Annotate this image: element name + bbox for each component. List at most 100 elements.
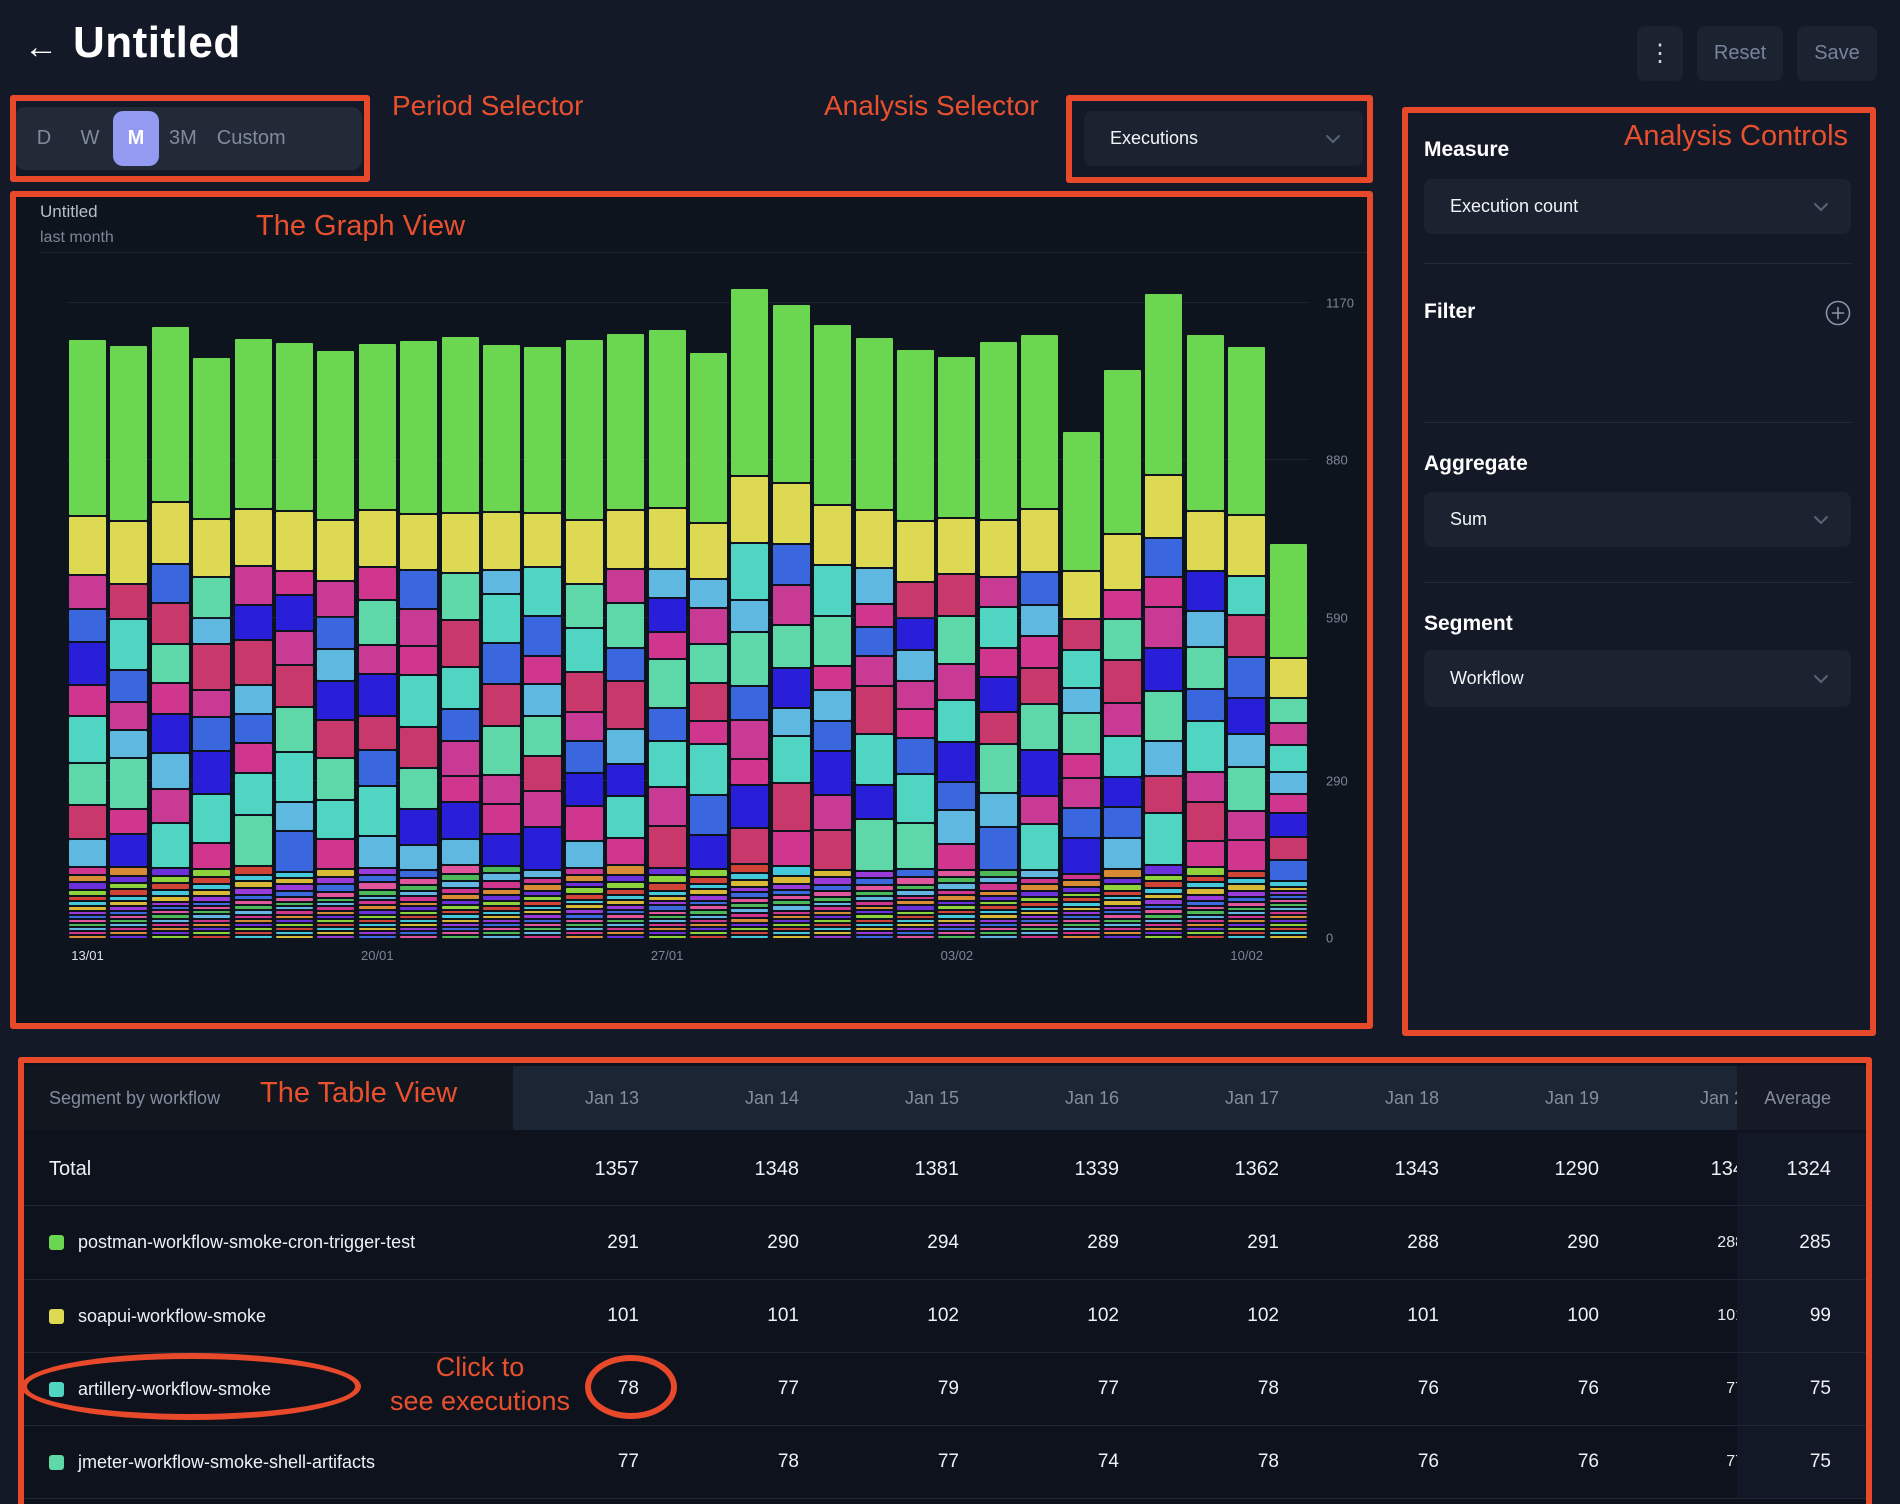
- table-cell-value[interactable]: 1362: [1153, 1133, 1313, 1205]
- measure-value: Execution count: [1450, 196, 1578, 217]
- segment-value: Workflow: [1450, 668, 1524, 689]
- analysis-selector-value: Executions: [1110, 128, 1198, 149]
- aggregate-dropdown[interactable]: Sum: [1424, 492, 1851, 547]
- table-cell-value[interactable]: 78: [673, 1426, 833, 1498]
- table-cell-value[interactable]: 288: [1313, 1206, 1473, 1279]
- table-cell-average: 285: [1737, 1206, 1867, 1279]
- table-row-postman-workflow-smoke-cron-trigger-test[interactable]: postman-workflow-smoke-cron-trigger-test…: [23, 1206, 1867, 1279]
- period-option-m[interactable]: M: [113, 111, 159, 166]
- analysis-controls-panel: Measure Execution count Filter Aggregate…: [1407, 112, 1871, 1031]
- table-cell-value[interactable]: 77: [513, 1426, 673, 1498]
- table-cell-value[interactable]: 77: [673, 1353, 833, 1425]
- workflow-name[interactable]: artillery-workflow-smoke: [78, 1379, 271, 1400]
- table-cell-value[interactable]: 78: [513, 1353, 673, 1425]
- back-button[interactable]: ←: [24, 30, 58, 64]
- series-color-swatch: [49, 1382, 64, 1397]
- truncated-cell-text: 77: [1633, 1380, 1737, 1398]
- table-cell-value[interactable]: 76: [1473, 1353, 1633, 1425]
- table-cell-value[interactable]: 291: [513, 1206, 673, 1279]
- y-tick-label: 290: [1326, 773, 1348, 788]
- period-option-3m[interactable]: 3M: [159, 111, 207, 166]
- table-cell-value[interactable]: 101: [513, 1280, 673, 1352]
- table-cell-value[interactable]: 294: [833, 1206, 993, 1279]
- segment-dropdown[interactable]: Workflow: [1424, 650, 1851, 707]
- table-cell-value[interactable]: 100: [1473, 1280, 1633, 1352]
- table-cell-value[interactable]: 77: [833, 1426, 993, 1498]
- table-cell-average: 75: [1737, 1353, 1867, 1425]
- period-option-w[interactable]: W: [67, 111, 113, 166]
- table-cell-value[interactable]: 102: [833, 1280, 993, 1352]
- chevron-down-icon: [1813, 515, 1829, 525]
- table-cell-value[interactable]: 1381: [833, 1133, 993, 1205]
- table-cell-value[interactable]: 1357: [513, 1133, 673, 1205]
- table-header-jan-15[interactable]: Jan 15: [833, 1066, 993, 1130]
- workflow-name[interactable]: jmeter-workflow-smoke-shell-artifacts: [78, 1452, 375, 1473]
- series-color-swatch: [49, 1235, 64, 1250]
- table-cell-average: 1324: [1737, 1133, 1867, 1205]
- truncated-cell-text: 134: [1633, 1158, 1737, 1181]
- table-cell-value[interactable]: 77: [993, 1353, 1153, 1425]
- analysis-selector-dropdown[interactable]: Executions: [1084, 111, 1363, 166]
- truncated-cell: 77: [1633, 1426, 1737, 1498]
- table-row-artillery-workflow-smoke[interactable]: artillery-workflow-smoke7877797778767677…: [23, 1352, 1867, 1425]
- aggregate-label: Aggregate: [1424, 452, 1528, 476]
- table-header-average[interactable]: Average: [1737, 1066, 1867, 1130]
- table-cell-value[interactable]: 1343: [1313, 1133, 1473, 1205]
- workflow-name[interactable]: postman-workflow-smoke-cron-trigger-test: [78, 1232, 415, 1253]
- section-divider: [1424, 582, 1851, 583]
- table-cell-value[interactable]: 74: [993, 1426, 1153, 1498]
- chevron-down-icon: [1813, 202, 1829, 212]
- table-cell-value[interactable]: 78: [1153, 1426, 1313, 1498]
- add-filter-button[interactable]: [1825, 300, 1851, 331]
- table-cell-value[interactable]: 102: [993, 1280, 1153, 1352]
- table-header-jan-13[interactable]: Jan 13: [513, 1066, 673, 1130]
- table-row-total[interactable]: Total13571348138113391362134312901341324: [23, 1133, 1867, 1206]
- workflow-name[interactable]: soapui-workflow-smoke: [78, 1306, 266, 1327]
- truncated-cell-text: Jan 2: [1633, 1088, 1737, 1109]
- table-header-jan-14[interactable]: Jan 14: [673, 1066, 833, 1130]
- save-button[interactable]: Save: [1797, 26, 1877, 81]
- table-header-jan-16[interactable]: Jan 16: [993, 1066, 1153, 1130]
- table-row-soapui-workflow-smoke[interactable]: soapui-workflow-smoke1011011021021021011…: [23, 1279, 1867, 1352]
- table-cell-value[interactable]: 290: [673, 1206, 833, 1279]
- y-tick-label: 1170: [1326, 295, 1354, 310]
- measure-label: Measure: [1424, 138, 1509, 162]
- table-cell-value[interactable]: 291: [1153, 1206, 1313, 1279]
- table-header-jan-19[interactable]: Jan 19: [1473, 1066, 1633, 1130]
- table-cell-value[interactable]: 76: [1313, 1426, 1473, 1498]
- more-options-button[interactable]: ⋮: [1637, 26, 1683, 81]
- table-cell-value[interactable]: 101: [1313, 1280, 1473, 1352]
- table-header-row: Segment by workflowJan 13Jan 14Jan 15Jan…: [23, 1066, 1867, 1130]
- period-option-d[interactable]: D: [21, 111, 67, 166]
- table-cell-value[interactable]: 289: [993, 1206, 1153, 1279]
- table-cell-value[interactable]: 1348: [673, 1133, 833, 1205]
- table-cell-value[interactable]: 101: [673, 1280, 833, 1352]
- table-cell-value[interactable]: 290: [1473, 1206, 1633, 1279]
- truncated-cell: Jan 2: [1633, 1066, 1737, 1130]
- period-selector[interactable]: DWM3MCustom: [15, 107, 362, 170]
- x-tick-label: 13/01: [71, 948, 104, 963]
- annotation-period-selector: Period Selector: [392, 90, 583, 122]
- chevron-down-icon: [1813, 674, 1829, 684]
- table-cell-average: 99: [1737, 1280, 1867, 1352]
- table-cell-value[interactable]: 79: [833, 1353, 993, 1425]
- table-row-jmeter-workflow-smoke-shell-artifacts[interactable]: jmeter-workflow-smoke-shell-artifacts777…: [23, 1425, 1867, 1498]
- table-cell-value[interactable]: 76: [1473, 1426, 1633, 1498]
- page-title: Untitled: [73, 18, 241, 68]
- truncated-cell: 77: [1633, 1353, 1737, 1425]
- chevron-down-icon: [1325, 134, 1341, 144]
- table-header-jan-17[interactable]: Jan 17: [1153, 1066, 1313, 1130]
- table-cell-value[interactable]: 78: [1153, 1353, 1313, 1425]
- measure-dropdown[interactable]: Execution count: [1424, 179, 1851, 234]
- table-cell-value[interactable]: 1290: [1473, 1133, 1633, 1205]
- reset-button[interactable]: Reset: [1697, 26, 1783, 81]
- table-cell-value[interactable]: 76: [1313, 1353, 1473, 1425]
- filter-label: Filter: [1424, 300, 1475, 324]
- table-header-jan-18[interactable]: Jan 18: [1313, 1066, 1473, 1130]
- x-tick-label: 20/01: [361, 948, 394, 963]
- y-tick-label: 590: [1326, 610, 1348, 625]
- table-cell-value[interactable]: 1339: [993, 1133, 1153, 1205]
- aggregate-value: Sum: [1450, 509, 1487, 530]
- period-option-custom[interactable]: Custom: [207, 111, 296, 166]
- table-cell-value[interactable]: 102: [1153, 1280, 1313, 1352]
